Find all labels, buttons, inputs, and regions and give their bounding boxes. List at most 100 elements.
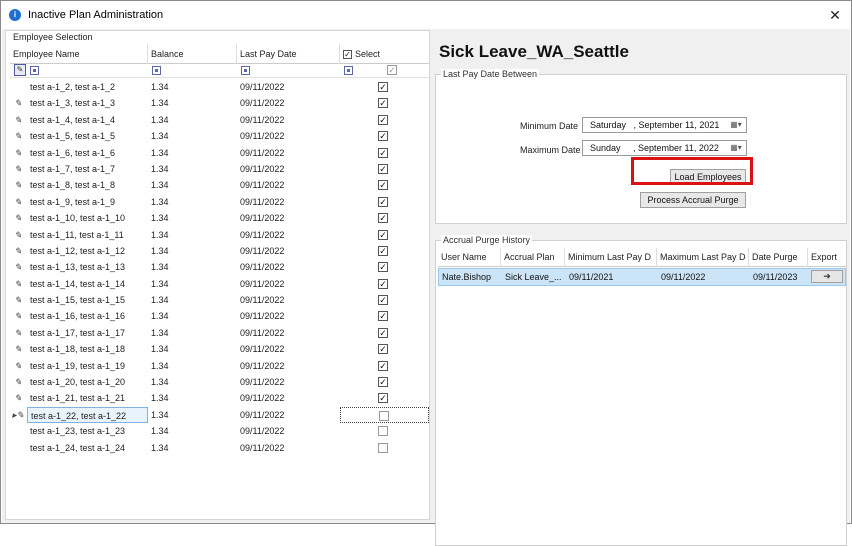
select-cell[interactable]: ✓ <box>340 112 429 128</box>
select-checkbox[interactable]: ✓ <box>378 98 388 109</box>
column-header-select[interactable]: ✓ Select <box>340 44 429 64</box>
select-checkbox[interactable]: ✓ <box>378 163 388 174</box>
select-cell[interactable]: ✓ <box>340 177 429 193</box>
maximum-date-picker[interactable]: Sunday , September 11, 2022 ▦▾ <box>582 140 747 156</box>
employee-name-cell[interactable]: test a-1_8, test a-1_8 <box>27 177 148 193</box>
employee-row[interactable]: test a-1_23, test a-1_23 1.34 09/11/2022 <box>10 423 429 439</box>
select-checkbox[interactable]: ✓ <box>378 131 388 142</box>
employee-name-cell[interactable]: test a-1_23, test a-1_23 <box>27 423 148 439</box>
employee-row[interactable]: ✎ test a-1_8, test a-1_8 1.34 09/11/2022 ✓ <box>10 177 429 193</box>
select-checkbox[interactable]: ✓ <box>378 213 388 224</box>
select-cell[interactable]: ✓ <box>340 276 429 292</box>
employee-row[interactable]: test a-1_24, test a-1_24 1.34 09/11/2022 <box>10 440 429 456</box>
employee-row[interactable]: ✎ test a-1_15, test a-1_15 1.34 09/11/2022 ✓ <box>10 292 429 308</box>
column-header-max-last-pay[interactable]: Maximum Last Pay D <box>657 248 749 267</box>
select-checkbox[interactable]: ✓ <box>378 114 388 125</box>
filter-balance-icon[interactable] <box>152 66 161 75</box>
select-cell[interactable]: ✓ <box>340 243 429 259</box>
employee-name-cell[interactable]: test a-1_11, test a-1_11 <box>27 227 148 243</box>
employee-name-cell[interactable]: test a-1_9, test a-1_9 <box>27 194 148 210</box>
employee-row[interactable]: ✎ test a-1_19, test a-1_19 1.34 09/11/2022 ✓ <box>10 358 429 374</box>
employee-row[interactable]: ✎ test a-1_5, test a-1_5 1.34 09/11/2022 ✓ <box>10 128 429 144</box>
calendar-dropdown-icon[interactable]: ▦▾ <box>728 142 744 154</box>
filter-date-icon[interactable] <box>241 66 250 75</box>
select-cell[interactable]: ✓ <box>340 210 429 226</box>
employee-row[interactable]: ✎ test a-1_20, test a-1_20 1.34 09/11/2022 ✓ <box>10 374 429 390</box>
column-header-balance[interactable]: Balance <box>148 44 237 64</box>
select-checkbox[interactable]: ✓ <box>378 360 388 371</box>
column-header-accrual-plan[interactable]: Accrual Plan <box>501 248 565 267</box>
select-checkbox[interactable]: ✓ <box>378 82 388 92</box>
select-cell[interactable]: ✓ <box>340 128 429 144</box>
employee-name-cell[interactable]: test a-1_7, test a-1_7 <box>27 161 148 177</box>
employee-name-cell[interactable]: test a-1_17, test a-1_17 <box>27 325 148 341</box>
process-accrual-purge-button[interactable]: Process Accrual Purge <box>640 192 746 208</box>
select-checkbox[interactable]: ✓ <box>378 196 388 207</box>
employee-name-cell[interactable]: test a-1_3, test a-1_3 <box>27 95 148 111</box>
select-checkbox[interactable]: ✓ <box>378 229 388 240</box>
employee-row[interactable]: ▸✎ test a-1_22, test a-1_22 1.34 09/11/2022 <box>10 406 429 423</box>
employee-row[interactable]: ✎ test a-1_18, test a-1_18 1.34 09/11/2022 ✓ <box>10 341 429 357</box>
employee-row[interactable]: ✎ test a-1_21, test a-1_21 1.34 09/11/2022 ✓ <box>10 390 429 406</box>
select-checkbox[interactable] <box>378 426 388 437</box>
employee-row[interactable]: ✎ test a-1_3, test a-1_3 1.34 09/11/2022 ✓ <box>10 95 429 111</box>
select-checkbox[interactable] <box>379 410 389 421</box>
select-cell[interactable] <box>340 423 429 439</box>
employee-name-cell[interactable]: test a-1_14, test a-1_14 <box>27 276 148 292</box>
employee-name-cell[interactable]: test a-1_4, test a-1_4 <box>27 112 148 128</box>
select-cell[interactable]: ✓ <box>340 145 429 161</box>
select-checkbox[interactable]: ✓ <box>378 311 388 322</box>
select-checkbox[interactable] <box>378 442 388 453</box>
employee-row[interactable]: ✎ test a-1_13, test a-1_13 1.34 09/11/2022 ✓ <box>10 259 429 275</box>
calendar-dropdown-icon[interactable]: ▦▾ <box>728 119 744 131</box>
select-cell[interactable] <box>340 440 429 456</box>
employee-name-cell[interactable]: test a-1_22, test a-1_22 <box>27 406 148 423</box>
column-header-export[interactable]: Export <box>808 248 846 267</box>
select-cell[interactable]: ✓ <box>340 194 429 210</box>
select-cell[interactable]: ✓ <box>340 292 429 308</box>
select-cell[interactable]: ✓ <box>340 358 429 374</box>
employee-name-cell[interactable]: test a-1_16, test a-1_16 <box>27 308 148 324</box>
employee-row[interactable]: ✎ test a-1_9, test a-1_9 1.34 09/11/2022 ✓ <box>10 194 429 210</box>
select-cell[interactable]: ✓ <box>340 161 429 177</box>
select-cell[interactable] <box>340 406 429 423</box>
select-cell[interactable]: ✓ <box>340 79 429 95</box>
employee-name-cell[interactable]: test a-1_21, test a-1_21 <box>27 390 148 406</box>
column-header-min-last-pay[interactable]: Minimum Last Pay D <box>565 248 657 267</box>
select-checkbox[interactable]: ✓ <box>378 262 388 273</box>
column-header-last-pay-date[interactable]: Last Pay Date <box>237 44 340 64</box>
select-all-checkbox[interactable]: ✓ <box>343 50 352 60</box>
employee-name-cell[interactable]: test a-1_5, test a-1_5 <box>27 128 148 144</box>
select-checkbox[interactable]: ✓ <box>378 245 388 256</box>
employee-name-cell[interactable]: test a-1_15, test a-1_15 <box>27 292 148 308</box>
employee-row[interactable]: ✎ test a-1_17, test a-1_17 1.34 09/11/2022 ✓ <box>10 325 429 341</box>
employee-name-cell[interactable]: test a-1_24, test a-1_24 <box>27 440 148 456</box>
select-checkbox[interactable]: ✓ <box>378 327 388 338</box>
select-checkbox[interactable]: ✓ <box>378 393 388 404</box>
select-cell[interactable]: ✓ <box>340 95 429 111</box>
employee-name-cell[interactable]: test a-1_6, test a-1_6 <box>27 145 148 161</box>
select-cell[interactable]: ✓ <box>340 227 429 243</box>
select-checkbox[interactable]: ✓ <box>378 278 388 289</box>
select-checkbox[interactable]: ✓ <box>378 295 388 306</box>
employee-row[interactable]: test a-1_2, test a-1_2 1.34 09/11/2022 ✓ <box>10 79 429 95</box>
export-icon[interactable]: ➜ <box>811 270 843 283</box>
employee-name-cell[interactable]: test a-1_19, test a-1_19 <box>27 358 148 374</box>
filter-select-icon[interactable] <box>344 66 353 75</box>
select-checkbox[interactable]: ✓ <box>378 344 388 355</box>
employee-row[interactable]: ✎ test a-1_16, test a-1_16 1.34 09/11/2022 ✓ <box>10 308 429 324</box>
column-header-employee-name[interactable]: Employee Name <box>10 44 148 64</box>
select-checkbox[interactable]: ✓ <box>378 147 388 158</box>
select-cell[interactable]: ✓ <box>340 259 429 275</box>
select-cell[interactable]: ✓ <box>340 308 429 324</box>
column-header-date-purge[interactable]: Date Purge <box>749 248 808 267</box>
select-checkbox[interactable]: ✓ <box>378 377 388 388</box>
employee-row[interactable]: ✎ test a-1_10, test a-1_10 1.34 09/11/2022 ✓ <box>10 210 429 226</box>
employee-row[interactable]: ✎ test a-1_12, test a-1_12 1.34 09/11/2022 ✓ <box>10 243 429 259</box>
select-cell[interactable]: ✓ <box>340 325 429 341</box>
column-header-user-name[interactable]: User Name <box>438 248 501 267</box>
minimum-date-picker[interactable]: Saturday , September 11, 2021 ▦▾ <box>582 117 747 133</box>
select-cell[interactable]: ✓ <box>340 390 429 406</box>
employee-name-cell[interactable]: test a-1_12, test a-1_12 <box>27 243 148 259</box>
employee-name-cell[interactable]: test a-1_20, test a-1_20 <box>27 374 148 390</box>
